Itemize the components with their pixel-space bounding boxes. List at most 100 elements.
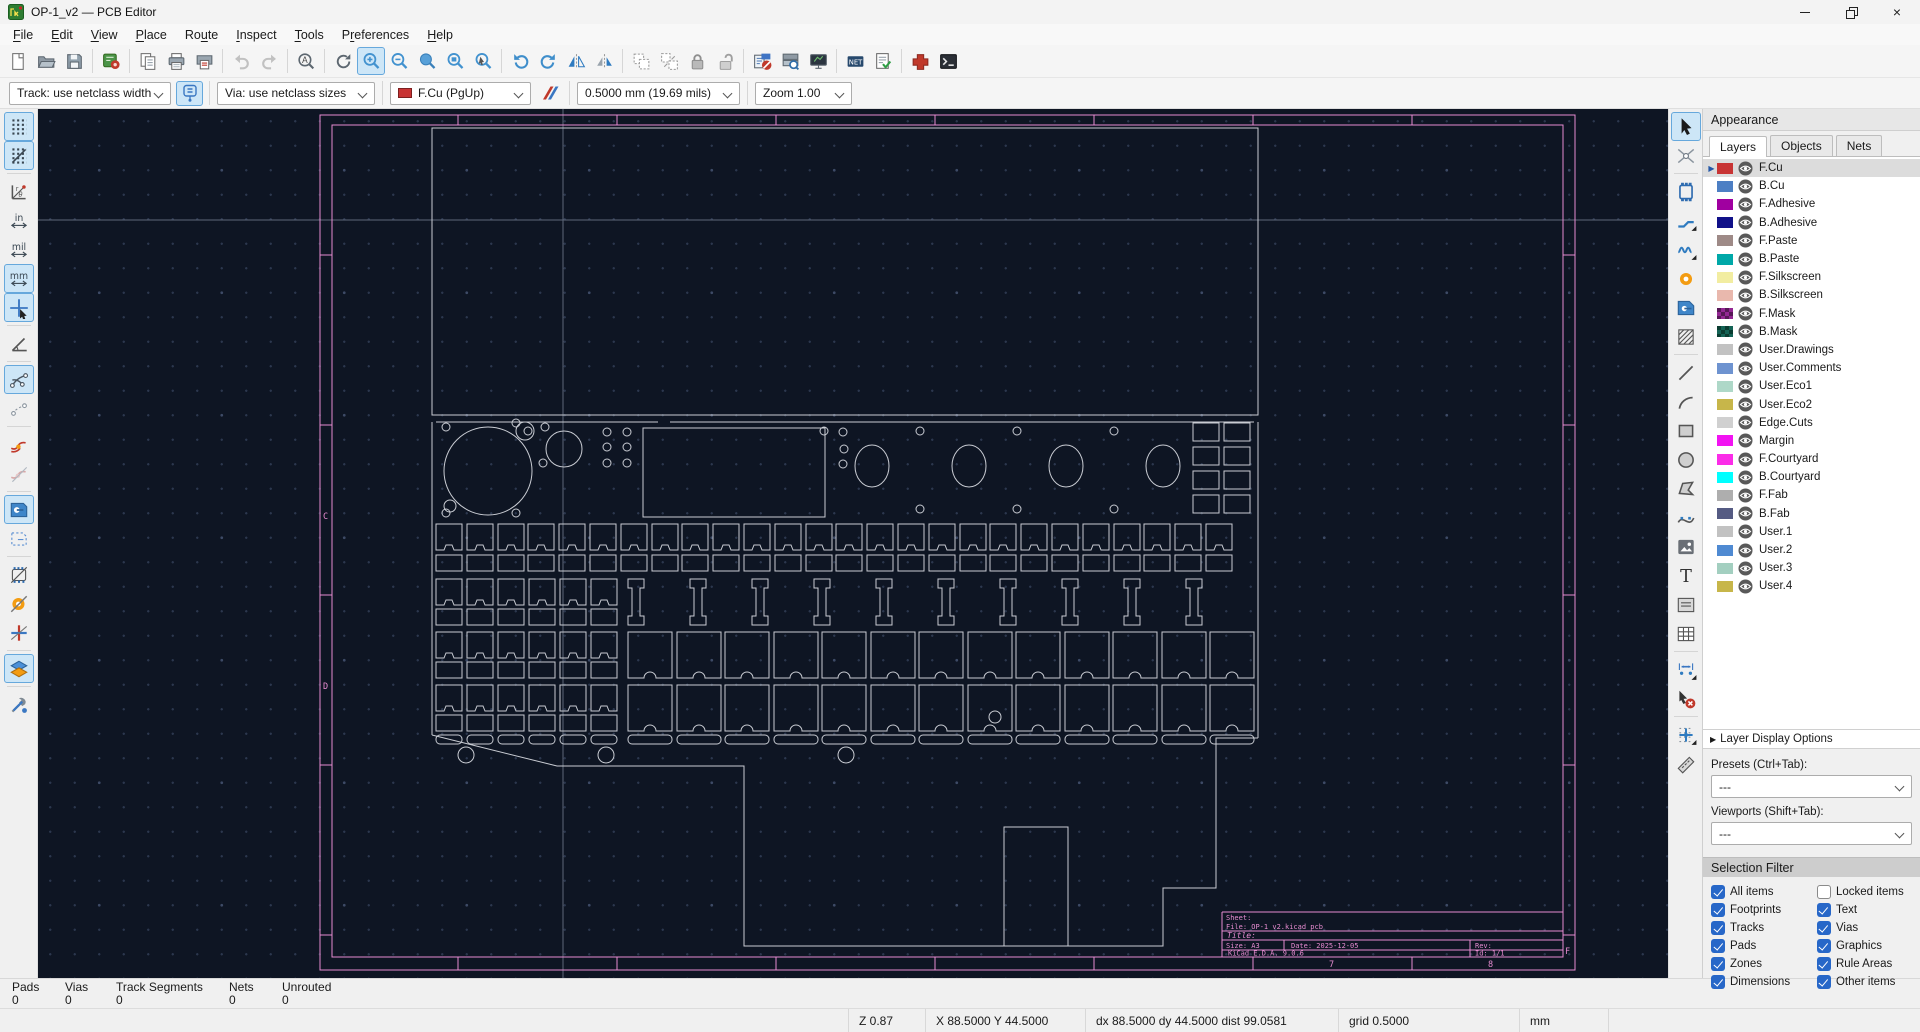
find-button[interactable]: A xyxy=(292,47,320,75)
net-inspector-button[interactable]: NET xyxy=(841,47,869,75)
layer-visibility-toggle[interactable] xyxy=(1738,579,1753,594)
draw-bezier-button[interactable] xyxy=(1671,503,1701,532)
filter-graphics[interactable]: Graphics xyxy=(1816,939,1916,953)
visibility-eye-icon[interactable] xyxy=(1738,543,1753,558)
menu-view[interactable]: View xyxy=(82,26,127,44)
draw-line-button[interactable] xyxy=(1671,358,1701,387)
minimize-button[interactable] xyxy=(1782,0,1828,24)
layer-row-b.fab[interactable]: B.Fab xyxy=(1703,505,1920,523)
visibility-eye-icon[interactable] xyxy=(1738,433,1753,448)
visibility-eye-icon[interactable] xyxy=(1738,342,1753,357)
layer-row-user.2[interactable]: User.2 xyxy=(1703,541,1920,559)
presets-select[interactable]: --- xyxy=(1711,775,1912,798)
layer-dim-button[interactable] xyxy=(3,654,34,683)
visibility-eye-icon[interactable] xyxy=(1738,179,1753,194)
visibility-eye-icon[interactable] xyxy=(1738,506,1753,521)
visibility-eye-icon[interactable] xyxy=(1738,270,1753,285)
net-highlight-button[interactable] xyxy=(4,430,34,459)
checkbox-icon[interactable] xyxy=(1711,903,1725,917)
checkbox-icon[interactable] xyxy=(1816,957,1831,971)
lock-button[interactable] xyxy=(683,47,711,75)
zoom-out-button[interactable] xyxy=(385,47,413,75)
layer-color-swatch[interactable] xyxy=(1717,253,1733,265)
rotate-cw-button[interactable] xyxy=(534,47,562,75)
ratsnest-visibility-button[interactable] xyxy=(3,365,34,394)
zoom-selection-button[interactable] xyxy=(469,47,497,75)
layer-row-b.paste[interactable]: B.Paste xyxy=(1703,250,1920,268)
layer-color-swatch[interactable] xyxy=(1717,508,1733,520)
layer-color-swatch[interactable] xyxy=(1717,453,1733,465)
layer-row-f.adhesive[interactable]: F.Adhesive xyxy=(1703,195,1920,213)
layer-color-swatch[interactable] xyxy=(1717,362,1733,374)
layer-row-margin[interactable]: Margin xyxy=(1703,432,1920,450)
polar-coordinates-button[interactable]: rθ xyxy=(4,177,34,206)
visibility-eye-icon[interactable] xyxy=(1738,579,1753,594)
properties-panel-button[interactable] xyxy=(4,690,34,719)
layer-visibility-toggle[interactable] xyxy=(1738,452,1753,467)
layer-visibility-toggle[interactable] xyxy=(1738,524,1753,539)
layer-visibility-toggle[interactable] xyxy=(1738,179,1753,194)
visibility-eye-icon[interactable] xyxy=(1738,215,1753,230)
zoom-select[interactable]: Zoom 1.00 xyxy=(755,81,852,105)
add-rule-area-button[interactable] xyxy=(1671,322,1701,351)
visibility-eye-icon[interactable] xyxy=(1738,470,1753,485)
menu-edit[interactable]: Edit xyxy=(42,26,82,44)
layer-color-swatch[interactable] xyxy=(1717,198,1733,210)
new-board-button[interactable] xyxy=(4,47,32,75)
units-mils-button[interactable]: mil xyxy=(4,235,34,264)
add-table-button[interactable] xyxy=(1671,619,1701,648)
filter-rule-areas[interactable]: Rule Areas xyxy=(1816,957,1916,971)
plugins-button[interactable] xyxy=(906,47,934,75)
layer-visibility-toggle[interactable] xyxy=(1738,215,1753,230)
layer-visibility-toggle[interactable] xyxy=(1738,397,1753,412)
page-settings-button[interactable] xyxy=(134,47,162,75)
layer-row-b.cu[interactable]: B.Cu xyxy=(1703,177,1920,195)
visibility-eye-icon[interactable] xyxy=(1738,197,1753,212)
refresh-button[interactable] xyxy=(329,47,357,75)
tab-layers[interactable]: Layers xyxy=(1709,136,1768,157)
layer-row-f.mask[interactable]: F.Mask xyxy=(1703,305,1920,323)
layer-color-swatch[interactable] xyxy=(1717,489,1733,501)
zoom-fit-button[interactable] xyxy=(413,47,441,75)
layer-row-user.3[interactable]: User.3 xyxy=(1703,559,1920,577)
units-mm-button[interactable]: mm xyxy=(3,264,34,293)
draw-rectangle-button[interactable] xyxy=(1671,416,1701,445)
visibility-eye-icon[interactable] xyxy=(1738,488,1753,503)
group-button[interactable] xyxy=(627,47,655,75)
layer-visibility-toggle[interactable] xyxy=(1738,506,1753,521)
visibility-eye-icon[interactable] xyxy=(1738,397,1753,412)
layer-color-swatch[interactable] xyxy=(1717,544,1733,556)
visibility-eye-icon[interactable] xyxy=(1738,161,1753,176)
rotate-ccw-button[interactable] xyxy=(506,47,534,75)
zone-outline-button[interactable] xyxy=(4,524,34,553)
layer-row-f.paste[interactable]: F.Paste xyxy=(1703,232,1920,250)
layer-row-f.courtyard[interactable]: F.Courtyard xyxy=(1703,450,1920,468)
ratsnest-local-button[interactable] xyxy=(4,394,34,423)
tab-objects[interactable]: Objects xyxy=(1770,135,1833,156)
local-ratsnest-button[interactable] xyxy=(1671,141,1701,170)
visibility-eye-icon[interactable] xyxy=(1738,415,1753,430)
layer-visibility-toggle[interactable] xyxy=(1738,270,1753,285)
filter-vias[interactable]: Vias xyxy=(1816,921,1916,935)
layer-color-swatch[interactable] xyxy=(1717,235,1733,247)
via-size-select[interactable]: Via: use netclass sizes xyxy=(217,81,375,105)
layer-pair-button[interactable] xyxy=(536,81,563,106)
visibility-eye-icon[interactable] xyxy=(1738,252,1753,267)
print-button[interactable] xyxy=(162,47,190,75)
pad-sketch-button[interactable] xyxy=(4,589,34,618)
grid-origin-button[interactable] xyxy=(1671,720,1701,749)
visibility-eye-icon[interactable] xyxy=(1738,561,1753,576)
layer-color-swatch[interactable] xyxy=(1717,580,1733,592)
mirror-button[interactable] xyxy=(590,47,618,75)
layer-row-b.mask[interactable]: B.Mask xyxy=(1703,323,1920,341)
layer-visibility-toggle[interactable] xyxy=(1738,561,1753,576)
visibility-eye-icon[interactable] xyxy=(1738,306,1753,321)
layer-row-user.drawings[interactable]: User.Drawings xyxy=(1703,341,1920,359)
menu-route[interactable]: Route xyxy=(176,26,227,44)
layer-visibility-toggle[interactable] xyxy=(1738,415,1753,430)
viewports-select[interactable]: --- xyxy=(1711,822,1912,845)
layer-row-b.silkscreen[interactable]: B.Silkscreen xyxy=(1703,286,1920,304)
visibility-eye-icon[interactable] xyxy=(1738,233,1753,248)
drc-button[interactable] xyxy=(869,47,897,75)
filter-zones[interactable]: Zones xyxy=(1711,957,1815,971)
